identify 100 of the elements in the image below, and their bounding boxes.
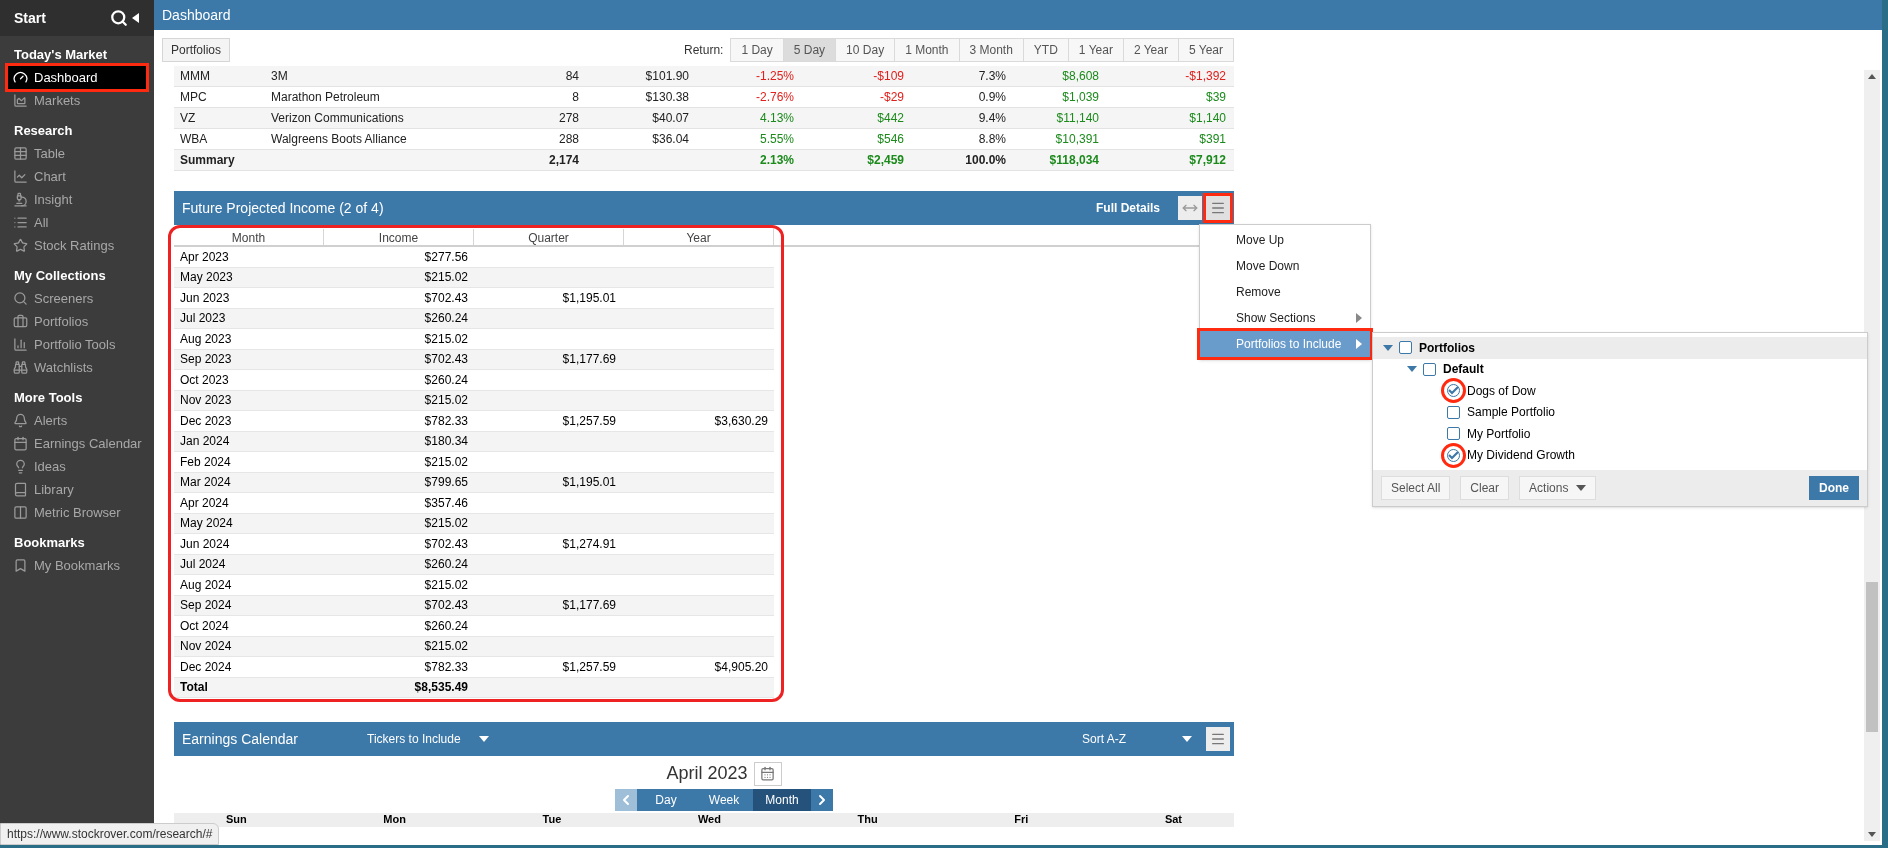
expanded-caret-icon[interactable] xyxy=(1407,366,1417,373)
bar-chart-icon xyxy=(13,337,28,352)
period-tab[interactable]: 5 Day xyxy=(782,38,837,62)
table-cell: $40.07 xyxy=(652,111,689,125)
sidebar-item[interactable]: All xyxy=(8,211,146,234)
menu-button[interactable] xyxy=(1206,727,1230,751)
sidebar-item[interactable]: Earnings Calendar xyxy=(8,432,146,455)
star-icon xyxy=(13,238,28,253)
tree-item-label[interactable]: Default xyxy=(1443,360,1484,379)
section-heading: More Tools xyxy=(13,389,84,408)
search-icon[interactable] xyxy=(110,9,128,27)
table-cell: Jun 2023 xyxy=(180,290,230,305)
table-cell: 2.13% xyxy=(759,153,794,167)
column-header[interactable]: Quarter xyxy=(474,229,624,245)
tickers-dropdown[interactable]: Tickers to Include xyxy=(367,730,489,748)
sidebar-item[interactable]: Stock Ratings xyxy=(8,234,146,257)
scroll-up-arrow-icon[interactable] xyxy=(1868,74,1876,79)
bookmark-icon xyxy=(13,558,28,573)
table-cell: 84 xyxy=(565,69,579,83)
table-cell: $1,195.01 xyxy=(562,475,616,490)
next-button[interactable] xyxy=(811,789,833,811)
tree-item-label[interactable]: My Dividend Growth xyxy=(1467,446,1576,465)
sidebar-item[interactable]: My Bookmarks xyxy=(8,554,146,577)
picker-button[interactable]: Select All xyxy=(1381,476,1451,500)
sidebar-item[interactable]: Insight xyxy=(8,188,146,211)
sidebar-item[interactable]: Metric Browser xyxy=(8,501,146,524)
collapse-caret-icon[interactable] xyxy=(132,13,140,23)
menu-item[interactable]: Show Sections xyxy=(1200,305,1370,331)
gauge-icon xyxy=(13,70,28,85)
sidebar-item[interactable]: Portfolio Tools xyxy=(8,333,146,356)
menu-button[interactable] xyxy=(1206,196,1230,220)
checkbox[interactable] xyxy=(1423,362,1436,376)
period-tab[interactable]: 1 Year xyxy=(1067,38,1124,62)
sidebar-item[interactable]: Alerts xyxy=(8,409,146,432)
menu-item[interactable]: Move Up xyxy=(1200,227,1370,253)
table-cell: Jan 2024 xyxy=(180,434,230,449)
actions-dropdown[interactable]: Actions xyxy=(1519,476,1597,500)
table-cell: $1,274.91 xyxy=(562,536,616,551)
full-details-link[interactable]: Full Details xyxy=(1096,199,1160,217)
tree-item-label[interactable]: Dogs of Dow xyxy=(1467,381,1536,400)
menu-item[interactable]: Move Down xyxy=(1200,253,1370,279)
table-cell: $391 xyxy=(1199,132,1226,146)
scroll-down-arrow-icon[interactable] xyxy=(1868,832,1876,837)
table-cell: WBA xyxy=(180,132,208,146)
table-cell: $1,195.01 xyxy=(562,290,616,305)
table-cell: $1,039 xyxy=(1062,90,1099,104)
column-header[interactable]: Year xyxy=(624,229,774,245)
column-header[interactable]: Income xyxy=(324,229,474,245)
period-tab[interactable]: 5 Year xyxy=(1177,38,1234,62)
view-tab[interactable]: Week xyxy=(695,789,753,811)
portfolios-button[interactable]: Portfolios xyxy=(162,38,231,62)
menu-item[interactable]: Remove xyxy=(1200,279,1370,305)
table-cell: Oct 2024 xyxy=(180,618,229,633)
sidebar-item[interactable]: Library xyxy=(8,478,146,501)
sidebar-item[interactable]: Markets xyxy=(8,89,146,112)
sort-dropdown[interactable]: Sort A-Z xyxy=(1082,730,1192,748)
table-cell: 100.0% xyxy=(965,153,1006,167)
scrollbar[interactable] xyxy=(1864,70,1880,841)
sidebar-item[interactable]: Dashboard xyxy=(8,66,146,89)
column-header[interactable]: Month xyxy=(174,229,324,245)
table-cell: $3,630.29 xyxy=(714,413,768,428)
sidebar-title: Start xyxy=(14,8,46,28)
weekday-header: Mon xyxy=(383,813,406,826)
period-tab[interactable]: 3 Month xyxy=(958,38,1024,62)
picker-button[interactable]: Clear xyxy=(1460,476,1510,500)
table-cell: Walgreens Boots Alliance xyxy=(271,132,407,146)
sidebar-item[interactable]: Ideas xyxy=(8,455,146,478)
table-cell: -$109 xyxy=(873,69,904,83)
tree-item-label[interactable]: Portfolios xyxy=(1419,338,1475,357)
checkbox[interactable] xyxy=(1399,341,1412,355)
table-cell: Mar 2024 xyxy=(180,475,231,490)
panel-title: Future Projected Income (2 of 4) xyxy=(182,198,384,218)
sidebar-item[interactable]: Screeners xyxy=(8,287,146,310)
done-button[interactable]: Done xyxy=(1809,476,1859,500)
period-tab[interactable]: 1 Month xyxy=(894,38,960,62)
table-cell: 278 xyxy=(558,111,579,125)
period-tab[interactable]: 1 Day xyxy=(730,38,784,62)
table-cell: Jun 2024 xyxy=(180,536,230,551)
table-cell: $357.46 xyxy=(424,495,468,510)
scrollbar-thumb[interactable] xyxy=(1866,582,1878,732)
checkbox[interactable] xyxy=(1447,405,1460,419)
tree-item-label[interactable]: Sample Portfolio xyxy=(1467,403,1556,422)
sidebar-item[interactable]: Table xyxy=(8,142,146,165)
table-cell: $7,912 xyxy=(1189,153,1226,167)
table-cell: $180.34 xyxy=(424,434,468,449)
sidebar-item[interactable]: Chart xyxy=(8,165,146,188)
period-tab[interactable]: YTD xyxy=(1022,38,1069,62)
view-tab[interactable]: Month xyxy=(753,789,811,811)
checkbox[interactable] xyxy=(1447,427,1460,441)
sidebar-item[interactable]: Watchlists xyxy=(8,356,146,379)
date-picker-button[interactable] xyxy=(753,761,782,786)
weekday-header: Tue xyxy=(542,813,562,826)
table-cell: $260.24 xyxy=(424,557,468,572)
table-cell: 8 xyxy=(572,90,579,104)
expanded-caret-icon[interactable] xyxy=(1383,344,1393,351)
view-tab[interactable]: Day xyxy=(637,789,695,811)
tree-item-label[interactable]: My Portfolio xyxy=(1467,424,1531,443)
sidebar-item[interactable]: Portfolios xyxy=(8,310,146,333)
period-tab[interactable]: 10 Day xyxy=(835,38,896,62)
period-tab[interactable]: 2 Year xyxy=(1122,38,1179,62)
